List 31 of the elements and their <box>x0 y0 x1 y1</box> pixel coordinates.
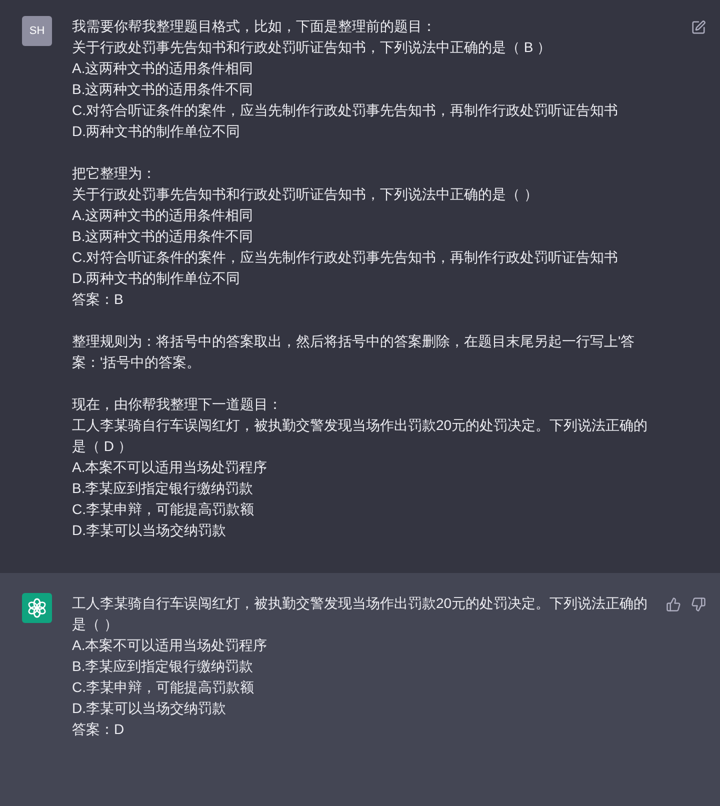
message-line: 现在，由你帮我整理下一道题目： <box>72 395 283 414</box>
message-line: 整理规则为：将括号中的答案取出，然后将括号中的答案删除，在题目末尾另起一行写上'答案：'括号中的答案。 <box>72 332 636 372</box>
message-line: A.本案不可以适用当场处罚程序 <box>72 458 268 477</box>
message-line: 工人李某骑自行车误闯红灯，被执勤交警发现当场作出罚款20元的处罚决定。下列说法正确的是（ D ） <box>72 416 649 456</box>
message-line: 工人李某骑自行车误闯红灯，被执勤交警发现当场作出罚款20元的处罚决定。下列说法正确的是（ ） <box>72 594 649 634</box>
message-line: 关于行政处罚事先告知书和行政处罚听证告知书，下列说法中正确的是（ B ） <box>72 38 552 57</box>
message-line: A.本案不可以适用当场处罚程序 <box>72 636 268 655</box>
thumbs-down-icon[interactable] <box>691 597 706 612</box>
message-line: C.李某申辩，可能提高罚款额 <box>72 500 255 519</box>
message-line: 答案：D <box>72 720 126 739</box>
logo-icon <box>27 598 47 618</box>
message-line: D.李某可以当场交纳罚款 <box>72 521 227 540</box>
message-line: C.李某申辩，可能提高罚款额 <box>72 678 255 697</box>
message-line: A.这两种文书的适用条件相同 <box>72 206 254 225</box>
message-line: 把它整理为： <box>72 164 157 183</box>
user-avatar: SH <box>22 16 52 46</box>
message-line: A.这两种文书的适用条件相同 <box>72 59 254 78</box>
message-line: 关于行政处罚事先告知书和行政处罚听证告知书，下列说法中正确的是（ ） <box>72 185 539 204</box>
message-line: B.李某应到指定银行缴纳罚款 <box>72 657 254 676</box>
message-line: B.这两种文书的适用条件不同 <box>72 227 254 246</box>
message-line: 答案：B <box>72 290 124 309</box>
message-line: B.李某应到指定银行缴纳罚款 <box>72 479 254 498</box>
message-line: D.李某可以当场交纳罚款 <box>72 699 227 718</box>
message-line: C.对符合听证条件的案件，应当先制作行政处罚事先告知书，再制作行政处罚听证告知书 <box>72 248 619 267</box>
message-line: C.对符合听证条件的案件，应当先制作行政处罚事先告知书，再制作行政处罚听证告知书 <box>72 101 619 120</box>
message-line: D.两种文书的制作单位不同 <box>72 269 241 288</box>
message-line: B.这两种文书的适用条件不同 <box>72 80 254 99</box>
edit-icon[interactable] <box>691 20 706 35</box>
message-line: D.两种文书的制作单位不同 <box>72 122 241 141</box>
message-line: 我需要你帮我整理题目格式，比如，下面是整理前的题目： <box>72 17 437 36</box>
thumbs-up-icon[interactable] <box>666 597 681 612</box>
